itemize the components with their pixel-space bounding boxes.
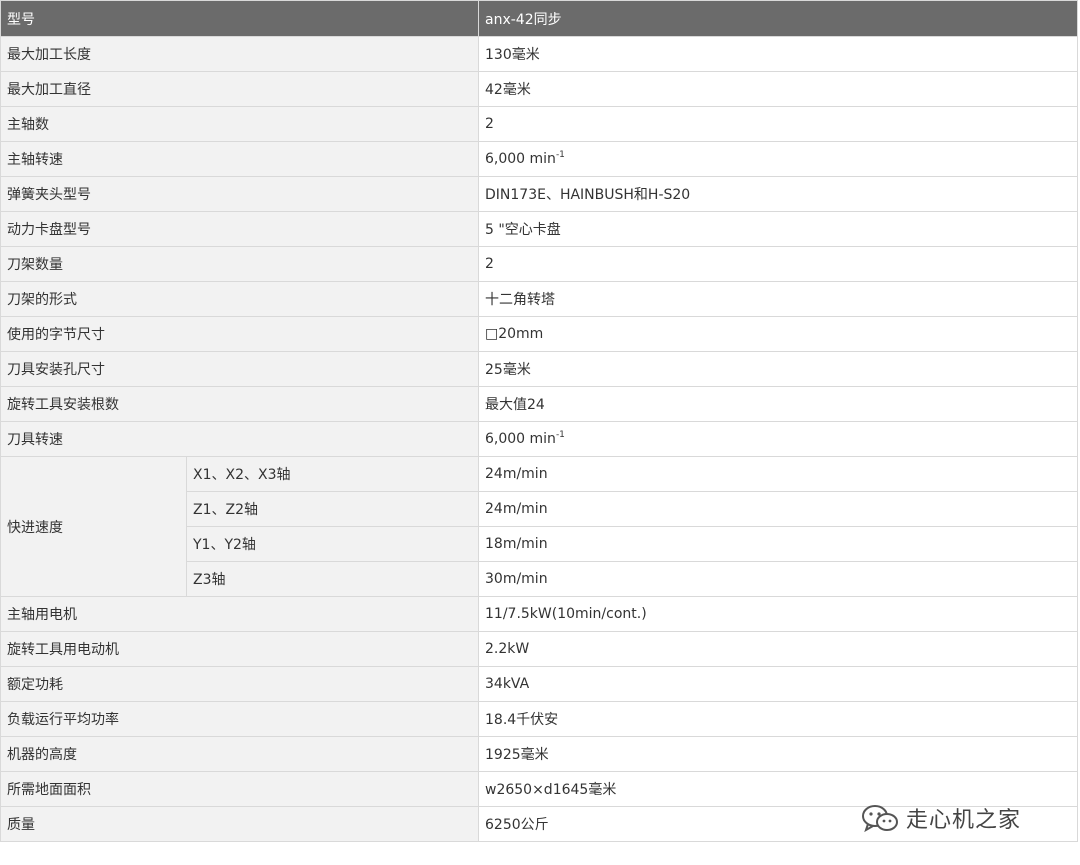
table-row: 刀架的形式 十二角转塔 bbox=[0, 281, 1078, 317]
spec-label: 负载运行平均功率 bbox=[0, 701, 479, 737]
rapid-speed-label: 快进速度 bbox=[0, 456, 187, 597]
spec-table: 型号 anx-42同步 最大加工长度 130毫米 最大加工直径 42毫米 主轴数 2 主轴转… bbox=[0, 0, 1078, 842]
spec-value: 42毫米 bbox=[478, 71, 1078, 107]
rapid-axis-value: 30m/min bbox=[478, 561, 1078, 597]
table-row: 旋转工具用电动机 2.2kW bbox=[0, 631, 1078, 667]
spec-value-text: 1925毫米 bbox=[485, 747, 549, 763]
table-row: 刀具安装孔尺寸 25毫米 bbox=[0, 351, 1078, 387]
spec-label: 额定功耗 bbox=[0, 666, 479, 702]
spec-label: 旋转工具用电动机 bbox=[0, 631, 479, 667]
spec-value-text: 最大值24 bbox=[485, 397, 545, 413]
table-row: 主轴用电机 11/7.5kW(10min/cont.) bbox=[0, 596, 1078, 632]
table-row: 使用的字节尺寸 □20mm bbox=[0, 316, 1078, 352]
table-row: 额定功耗 34kVA bbox=[0, 666, 1078, 702]
spec-value-text: 34kVA bbox=[485, 676, 530, 692]
spec-value-text: 18.4千伏安 bbox=[485, 712, 559, 728]
watermark-text: 走心机之家 bbox=[906, 808, 1022, 833]
spec-value-text: 6250公斤 bbox=[485, 817, 549, 833]
spec-value: 5 "空心卡盘 bbox=[478, 211, 1078, 247]
rapid-axis-label: Z3轴 bbox=[186, 561, 479, 597]
table-row: 主轴转速 6,000 min-1 bbox=[0, 141, 1078, 177]
spec-value: 130毫米 bbox=[478, 36, 1078, 72]
table-row: 弹簧夹头型号 DIN173E、HAINBUSH和H-S20 bbox=[0, 176, 1078, 212]
table-row: 动力卡盘型号 5 "空心卡盘 bbox=[0, 211, 1078, 247]
header-model: anx-42同步 bbox=[478, 0, 1078, 37]
spec-value-superscript: -1 bbox=[555, 430, 565, 440]
table-row: 主轴数 2 bbox=[0, 106, 1078, 142]
rapid-axis-value: 18m/min bbox=[478, 526, 1078, 562]
spec-value-text: 5 "空心卡盘 bbox=[485, 222, 561, 238]
spec-value: 6,000 min-1 bbox=[478, 421, 1078, 457]
header-label: 型号 bbox=[0, 0, 479, 37]
spec-label: 刀具转速 bbox=[0, 421, 479, 457]
spec-value: 25毫米 bbox=[478, 351, 1078, 387]
rapid-axis-value: 24m/min bbox=[478, 456, 1078, 492]
table-row: 旋转工具安装根数 最大值24 bbox=[0, 386, 1078, 422]
spec-label: 刀具安装孔尺寸 bbox=[0, 351, 479, 387]
spec-value-text: 2.2kW bbox=[485, 641, 530, 657]
spec-value: 2 bbox=[478, 246, 1078, 282]
spec-value: □20mm bbox=[478, 316, 1078, 352]
spec-value: 2 bbox=[478, 106, 1078, 142]
spec-value: 18.4千伏安 bbox=[478, 701, 1078, 737]
spec-label: 弹簧夹头型号 bbox=[0, 176, 479, 212]
spec-label: 主轴数 bbox=[0, 106, 479, 142]
spec-value: 2.2kW bbox=[478, 631, 1078, 667]
spec-label: 动力卡盘型号 bbox=[0, 211, 479, 247]
spec-value-text: 2 bbox=[485, 256, 494, 272]
rapid-axis-label: Y1、Y2轴 bbox=[186, 526, 479, 562]
spec-label: 使用的字节尺寸 bbox=[0, 316, 479, 352]
spec-value-text: 130毫米 bbox=[485, 47, 540, 63]
spec-value-text: 6,000 min bbox=[485, 151, 556, 167]
table-row: 负载运行平均功率 18.4千伏安 bbox=[0, 701, 1078, 737]
spec-label: 最大加工长度 bbox=[0, 36, 479, 72]
table-row: 机器的高度 1925毫米 bbox=[0, 736, 1078, 772]
spec-value: 1925毫米 bbox=[478, 736, 1078, 772]
spec-value-text: 十二角转塔 bbox=[485, 292, 555, 308]
spec-value-text: 6,000 min bbox=[485, 431, 556, 447]
table-row: 最大加工直径 42毫米 bbox=[0, 71, 1078, 107]
spec-value: 11/7.5kW(10min/cont.) bbox=[478, 596, 1078, 632]
spec-value: DIN173E、HAINBUSH和H-S20 bbox=[478, 176, 1078, 212]
spec-value-text: DIN173E、HAINBUSH和H-S20 bbox=[485, 187, 691, 203]
spec-label: 所需地面面积 bbox=[0, 771, 479, 807]
rapid-axis-label: X1、X2、X3轴 bbox=[186, 456, 479, 492]
table-row: 快进速度 X1、X2、X3轴 24m/min bbox=[0, 456, 1078, 597]
spec-value-text: 42毫米 bbox=[485, 82, 531, 98]
spec-label: 刀架的形式 bbox=[0, 281, 479, 317]
watermark: 走心机之家 bbox=[860, 800, 1021, 836]
spec-value: 34kVA bbox=[478, 666, 1078, 702]
spec-value: 十二角转塔 bbox=[478, 281, 1078, 317]
spec-label: 最大加工直径 bbox=[0, 71, 479, 107]
spec-label: 质量 bbox=[0, 806, 479, 842]
spec-label: 旋转工具安装根数 bbox=[0, 386, 479, 422]
spec-label: 刀架数量 bbox=[0, 246, 479, 282]
rapid-axis-value: 24m/min bbox=[478, 491, 1078, 527]
table-row: 刀架数量 2 bbox=[0, 246, 1078, 282]
spec-value-superscript: -1 bbox=[555, 150, 565, 160]
spec-label: 主轴用电机 bbox=[0, 596, 479, 632]
spec-value-text: 2 bbox=[485, 116, 494, 132]
table-row: 刀具转速 6,000 min-1 bbox=[0, 421, 1078, 457]
spec-value-text: w2650×d1645毫米 bbox=[485, 782, 617, 798]
table-row: 最大加工长度 130毫米 bbox=[0, 36, 1078, 72]
header-row: 型号 anx-42同步 bbox=[0, 0, 1078, 37]
spec-label: 主轴转速 bbox=[0, 141, 479, 177]
spec-value: 最大值24 bbox=[478, 386, 1078, 422]
spec-value-text: □20mm bbox=[485, 326, 544, 342]
spec-value-text: 25毫米 bbox=[485, 362, 531, 378]
spec-value-text: 11/7.5kW(10min/cont.) bbox=[485, 606, 647, 622]
spec-value: 6,000 min-1 bbox=[478, 141, 1078, 177]
spec-label: 机器的高度 bbox=[0, 736, 479, 772]
rapid-axis-label: Z1、Z2轴 bbox=[186, 491, 479, 527]
wechat-icon bbox=[862, 805, 898, 833]
